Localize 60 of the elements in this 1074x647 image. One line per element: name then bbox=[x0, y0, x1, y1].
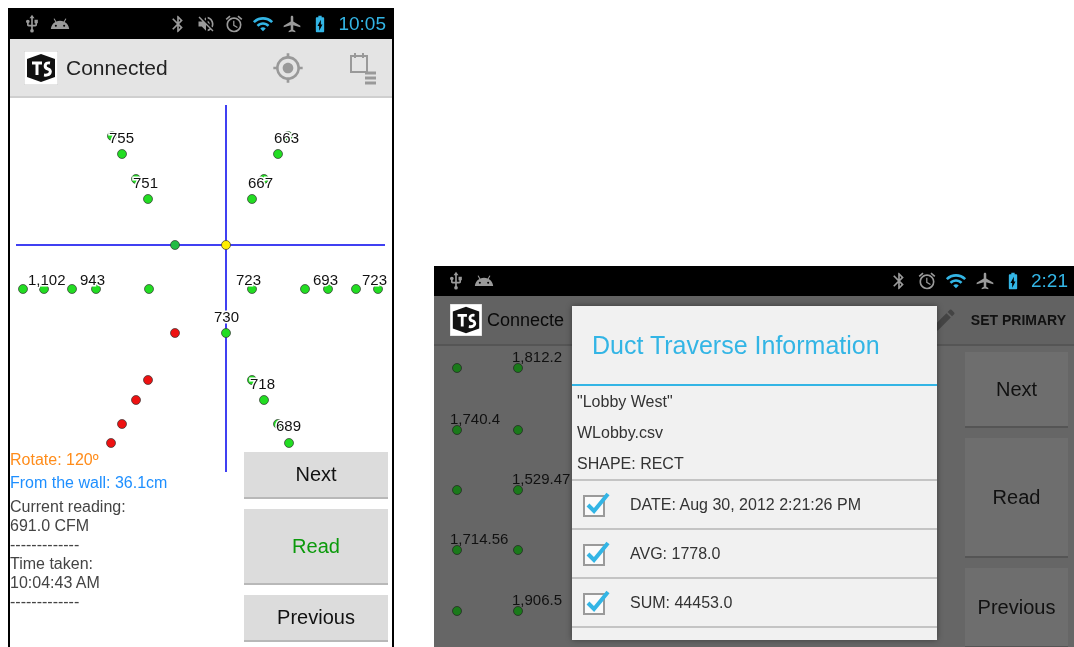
set-primary-button[interactable]: SET PRIMARY bbox=[970, 312, 1066, 328]
airplane-icon bbox=[975, 271, 995, 291]
target-icon[interactable] bbox=[272, 51, 304, 84]
info-text: ------------- bbox=[10, 592, 81, 611]
info-text: Time taken: bbox=[10, 554, 94, 573]
reading-label: 1,714.56 bbox=[450, 530, 509, 547]
measurement-point bbox=[513, 485, 523, 495]
dialog-text: WLobby.csv bbox=[576, 423, 664, 443]
action-button[interactable]: Read bbox=[244, 509, 388, 585]
action-button[interactable]: Next bbox=[965, 352, 1068, 428]
clock-time: 10:05 bbox=[338, 12, 386, 35]
info-text: 10:04:43 AM bbox=[10, 573, 101, 592]
reading-label: 755 bbox=[109, 129, 135, 146]
clock-time: 2:21 bbox=[1031, 270, 1068, 292]
measurement-point bbox=[513, 363, 523, 373]
reading-label: 723 bbox=[362, 271, 388, 288]
calendar-list-icon[interactable] bbox=[348, 50, 378, 85]
dialog-text: "Lobby West" bbox=[576, 392, 674, 412]
logo-icon bbox=[450, 304, 482, 336]
reading-label: 663 bbox=[274, 129, 300, 146]
option-label: DATE: Aug 30, 2012 2:21:26 PM bbox=[630, 495, 861, 514]
reading-label: 751 bbox=[133, 174, 159, 191]
measurement-point bbox=[513, 545, 523, 555]
reading-label: 693 bbox=[313, 271, 339, 288]
reading-label: 943 bbox=[80, 271, 106, 288]
info-text: Current reading: bbox=[10, 497, 127, 516]
connection-title: Connecte bbox=[487, 309, 565, 331]
reading-label: 1,906.5 bbox=[512, 591, 563, 608]
reading-label: 667 bbox=[248, 174, 274, 191]
info-text: ------------- bbox=[10, 535, 81, 554]
action-button[interactable]: Next bbox=[244, 452, 388, 499]
measurement-point bbox=[452, 606, 462, 616]
reading-label: 1,529.47 bbox=[512, 470, 571, 487]
reading-label: 718 bbox=[250, 375, 276, 392]
reading-label: 1,740.4 bbox=[450, 410, 501, 427]
connection-title: Connected bbox=[66, 55, 168, 80]
reading-label: 1,812.2 bbox=[512, 348, 563, 365]
option-label: AVG: 1778.0 bbox=[630, 544, 721, 563]
action-button[interactable]: Read bbox=[965, 438, 1068, 558]
info-text: From the wall: 36.1cm bbox=[10, 473, 169, 492]
measurement-point bbox=[452, 485, 462, 495]
info-text: Rotate: 120º bbox=[10, 450, 100, 469]
reading-label: 1,102 bbox=[28, 271, 66, 288]
alarm-icon bbox=[224, 13, 245, 34]
info-text: 691.0 CFM bbox=[10, 516, 91, 535]
dialog-text: SHAPE: RECT bbox=[576, 454, 685, 474]
airplane-icon bbox=[282, 13, 303, 34]
measurement-point bbox=[513, 425, 523, 435]
reading-label: 689 bbox=[276, 417, 302, 434]
measurement-point bbox=[513, 606, 523, 616]
measurement-point bbox=[452, 425, 462, 435]
dialog-title: Duct Traverse Information bbox=[592, 330, 880, 360]
action-button[interactable]: Previous bbox=[965, 568, 1068, 647]
option-label: SUM: 44453.0 bbox=[630, 593, 733, 612]
reading-label: 723 bbox=[236, 271, 262, 288]
measurement-point bbox=[452, 363, 462, 373]
logo-icon bbox=[24, 50, 58, 85]
alarm-icon bbox=[917, 271, 937, 291]
action-button[interactable]: Previous bbox=[244, 595, 388, 642]
measurement-point bbox=[452, 545, 462, 555]
